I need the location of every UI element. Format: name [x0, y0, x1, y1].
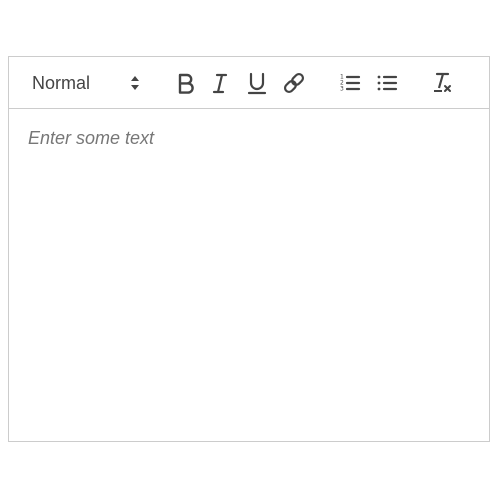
bold-icon	[172, 69, 200, 97]
italic-icon	[206, 69, 234, 97]
editor-placeholder: Enter some text	[28, 128, 155, 148]
rich-text-editor: Normal 1 2 3 Enter some text	[8, 56, 490, 442]
link-icon	[280, 69, 308, 97]
link-button[interactable]	[280, 69, 308, 97]
up-down-arrows-icon	[129, 75, 141, 91]
ordered-list-button[interactable]: 1 2 3	[336, 69, 364, 97]
svg-text:3: 3	[340, 86, 344, 93]
underline-icon	[243, 69, 271, 97]
editor-toolbar: Normal 1 2 3	[9, 57, 489, 109]
bullet-list-button[interactable]	[373, 69, 401, 97]
header-format-value: Normal	[32, 73, 91, 93]
clear-format-button[interactable]	[429, 69, 457, 97]
editor-content-area[interactable]: Enter some text	[9, 109, 489, 441]
bold-button[interactable]	[172, 69, 200, 97]
clear-format-icon	[429, 69, 457, 97]
italic-button[interactable]	[206, 69, 234, 97]
ordered-list-icon: 1 2 3	[336, 69, 364, 97]
bullet-list-icon	[373, 69, 401, 97]
header-format-select[interactable]: Normal	[23, 69, 149, 97]
underline-button[interactable]	[243, 69, 271, 97]
